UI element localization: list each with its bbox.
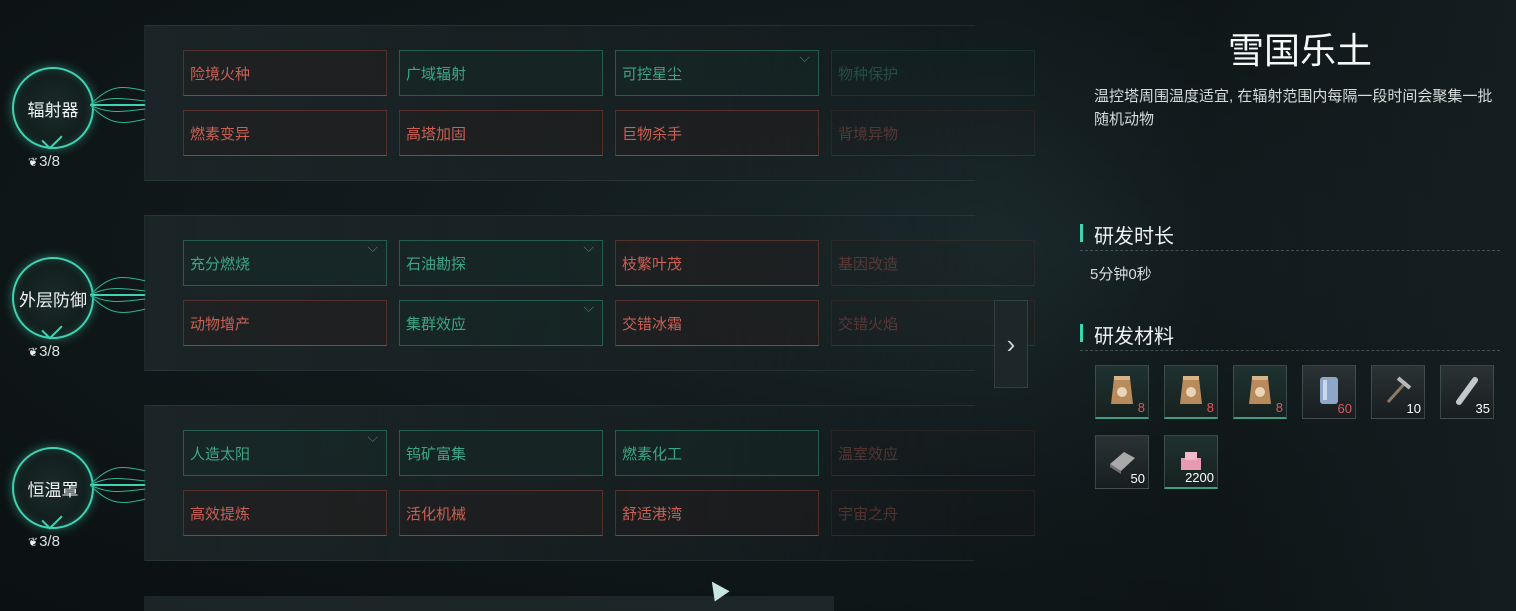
collapse-panel-button[interactable]: › [994,300,1028,388]
node-progress: ❦3/8 [28,153,60,170]
seed-bag-icon [1180,376,1202,404]
tech-card[interactable]: 石油勘探 ⌵ [399,240,603,286]
tech-panel: 充分燃烧 ⌵ 石油勘探 ⌵ 枝繁叶茂 基因改造 动物增产 集群效应 ⌵ 交错冰霜 交错… [144,215,1035,371]
material-slot[interactable]: 8 [1233,365,1287,419]
material-slot[interactable]: 60 [1302,365,1356,419]
tech-card[interactable]: 集群效应 ⌵ [399,300,603,346]
tech-card[interactable]: 广域辐射 [399,50,603,96]
node-progress: ❦3/8 [28,343,60,360]
node-label: 辐射器 [27,100,79,120]
tech-card[interactable]: 枝繁叶茂 [615,240,819,286]
next-row-panel-edge [144,596,834,611]
tech-card[interactable]: 燃素变异 [183,110,387,156]
material-slot[interactable]: 8 [1095,365,1149,419]
connector-lines [90,467,146,503]
section-accent-bar [1080,224,1083,242]
tech-panel: 险境火种 广域辐射 可控星尘 ⌵ 物种保护 燃素变异 高塔加固 巨物杀手 背境异物 [144,25,1035,181]
tech-row-radiator: 辐射器 ❦3/8 险境火种 广域辐射 可控星尘 ⌵ 物种保护 燃素变异 高塔加固 … [0,25,1035,185]
node-label: 外层防御 [19,290,87,310]
paw-icon: ❦ [28,345,39,359]
connector-lines [90,277,146,313]
material-slot[interactable]: 50 [1095,435,1149,489]
tech-description: 温控塔周围温度适宜, 在辐射范围内每隔一段时间会聚集一批随机动物 [1094,88,1493,128]
tech-card[interactable]: 舒适港湾 [615,490,819,536]
chevron-down-icon: ⌵ [367,430,378,445]
chevron-down-icon: ⌵ [367,240,378,255]
tech-tree: 辐射器 ❦3/8 险境火种 广域辐射 可控星尘 ⌵ 物种保护 燃素变异 高塔加固 … [0,0,1035,611]
tech-card[interactable]: 高效提炼 [183,490,387,536]
material-slot[interactable]: 8 [1164,365,1218,419]
tech-card[interactable]: 高塔加固 [399,110,603,156]
tech-card[interactable]: 燃素化工 [615,430,819,476]
section-accent-bar [1080,324,1083,342]
node-progress: ❦3/8 [28,533,60,550]
tech-card[interactable]: 巨物杀手 [615,110,819,156]
tech-card[interactable]: 活化机械 [399,490,603,536]
duration-value: 5分钟0秒 [1090,266,1152,283]
tech-card[interactable]: 险境火种 [183,50,387,96]
chevron-down-icon: ⌵ [799,50,810,65]
tech-row-thermal-cover: 恒温罩 ❦3/8 人造太阳 ⌵ 钨矿富集 燃素化工 温室效应 高效提炼 活化机械 … [0,405,1035,565]
chevron-down-icon: ⌵ [583,300,594,315]
tech-title: 雪国乐土 [1227,30,1372,71]
tech-row-outer-defense: 外层防御 ❦3/8 充分燃烧 ⌵ 石油勘探 ⌵ 枝繁叶茂 基因改造 动物增产 集群效… [0,215,1035,375]
tech-panel: 人造太阳 ⌵ 钨矿富集 燃素化工 温室效应 高效提炼 活化机械 舒适港湾 宇宙之舟 [144,405,1035,561]
material-slot[interactable]: 10 [1371,365,1425,419]
tech-card[interactable]: 动物增产 [183,300,387,346]
material-slot[interactable]: 2200 [1164,435,1218,489]
tech-card[interactable]: 人造太阳 ⌵ [183,430,387,476]
node-label: 恒温罩 [27,480,79,500]
chevron-right-icon: › [1006,328,1016,359]
tech-card[interactable]: 可控星尘 ⌵ [615,50,819,96]
connector-lines [90,87,146,123]
materials-section-header: 研发材料 [1080,320,1500,351]
tech-card[interactable]: 钨矿富集 [399,430,603,476]
paw-icon: ❦ [28,155,39,169]
paw-icon: ❦ [28,535,39,549]
chevron-down-icon: ⌵ [583,240,594,255]
duration-section-header: 研发时长 [1080,220,1500,251]
tech-card[interactable]: 充分燃烧 ⌵ [183,240,387,286]
tech-card[interactable]: 交错冰霜 [615,300,819,346]
seed-bag-icon [1249,376,1271,404]
seed-bag-icon [1111,376,1133,404]
material-slot[interactable]: 35 [1440,365,1494,419]
